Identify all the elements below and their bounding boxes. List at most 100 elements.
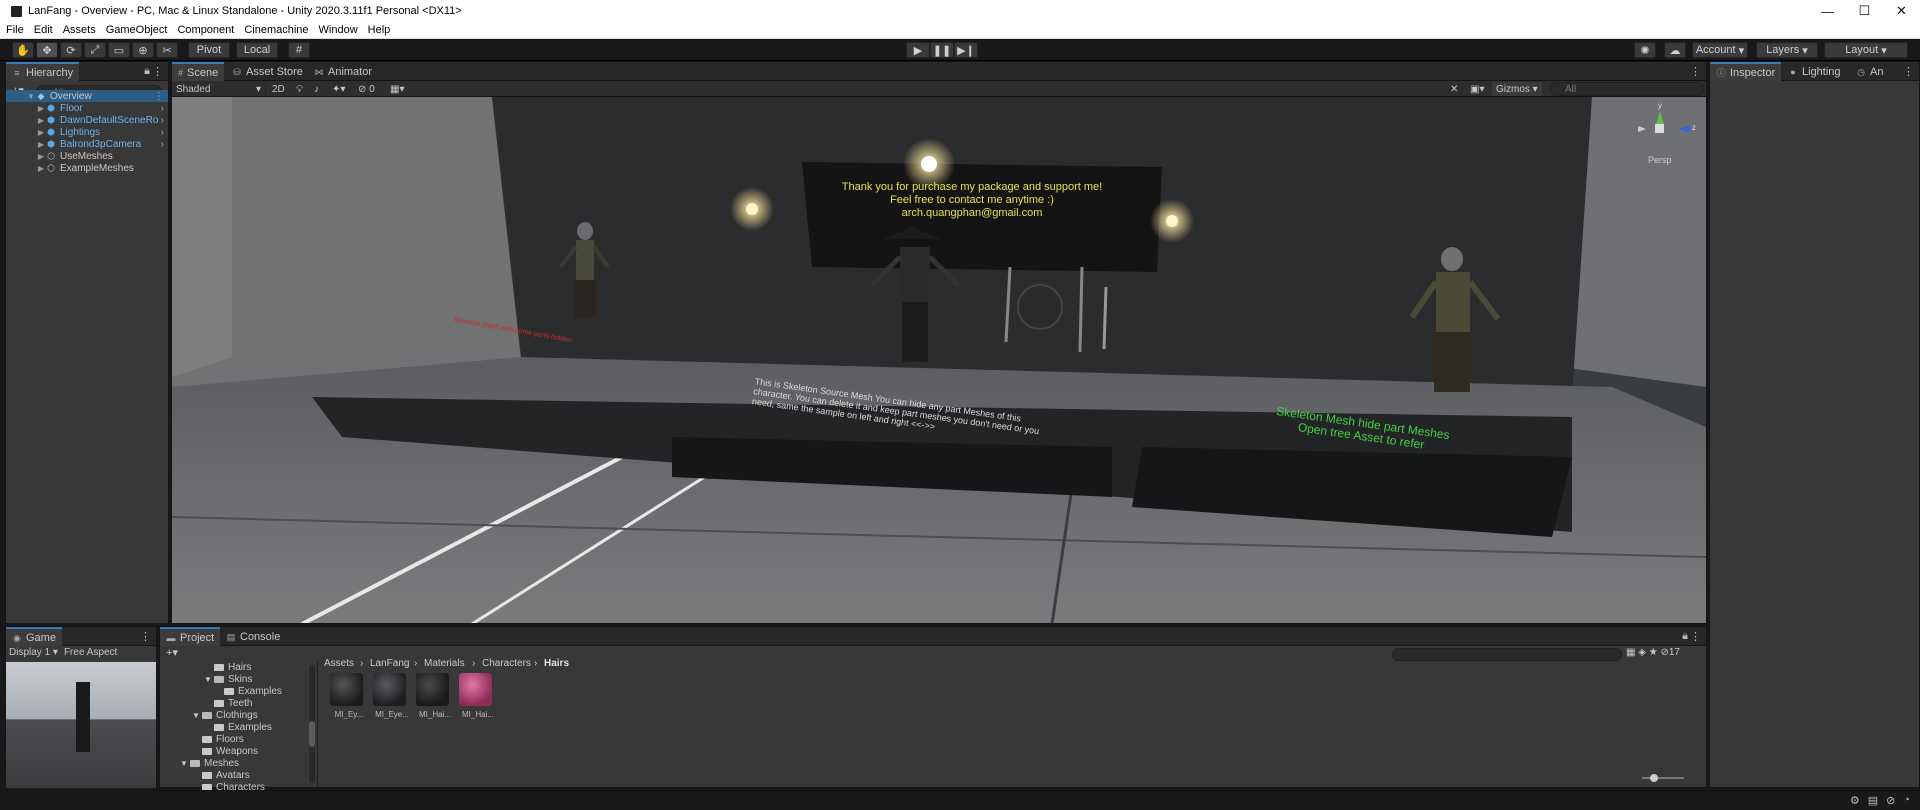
maximize-button[interactable]: ☐ — [1846, 0, 1883, 22]
rect-tool-icon[interactable]: ▭ — [108, 42, 130, 58]
asset-item[interactable]: MI_Eye... — [373, 673, 411, 719]
debug-icon[interactable]: ⊘ — [1886, 794, 1895, 807]
expand-arrow-icon[interactable]: ▶ — [36, 116, 46, 125]
hierarchy-item-dawn[interactable]: ▶ ⬢ DawnDefaultSceneRo › — [6, 114, 168, 126]
tab-scene[interactable]: # Scene — [172, 62, 224, 81]
tab-inspector[interactable]: ⓘ Inspector — [1710, 62, 1782, 81]
chevron-right-icon[interactable]: › — [161, 127, 164, 138]
folder-floors[interactable]: Floors — [202, 733, 244, 745]
close-button[interactable]: ✕ — [1883, 0, 1920, 22]
tab-animator[interactable]: ⋈ Animator — [308, 62, 378, 81]
project-lock-icon[interactable]: 🔒︎ — [1682, 630, 1688, 643]
gizmos-dropdown[interactable]: Gizmos ▾ — [1492, 82, 1542, 96]
cache-icon[interactable]: ▤ — [1868, 794, 1878, 807]
hierarchy-item-menu-icon[interactable]: ⋮ — [154, 91, 164, 102]
asset-item[interactable]: MI_Ey... — [330, 673, 368, 719]
tab-animation[interactable]: ◷ An — [1850, 62, 1889, 81]
breadcrumb-assets[interactable]: Assets — [324, 658, 354, 669]
expand-arrow-icon[interactable]: ▼ — [192, 711, 202, 720]
expand-arrow-icon[interactable]: ▼ — [26, 92, 36, 101]
icon-size-slider[interactable] — [1642, 774, 1684, 782]
rotate-tool-icon[interactable]: ⟳ — [60, 42, 82, 58]
perspective-label[interactable]: Persp — [1648, 155, 1672, 165]
folder-teeth[interactable]: Teeth — [214, 697, 252, 709]
tab-asset-store[interactable]: ⛁ Asset Store — [226, 62, 309, 81]
pause-button[interactable]: ❚❚ — [930, 42, 954, 58]
tab-project[interactable]: ▬ Project — [160, 627, 221, 646]
filter-label-icon[interactable]: ◈ — [1638, 647, 1646, 658]
orientation-gizmo[interactable]: y z Persp — [1634, 101, 1696, 165]
scene-search-input[interactable]: All — [1550, 82, 1704, 96]
folder-avatars[interactable]: Avatars — [202, 769, 250, 781]
scale-tool-icon[interactable]: ⤢ — [84, 42, 106, 58]
progress-icon[interactable]: ◔ — [1903, 794, 1910, 807]
grid-snap-icon[interactable]: # — [288, 42, 310, 58]
camera-settings-icon[interactable]: ▣▾ — [1470, 82, 1484, 96]
menu-gameobject[interactable]: GameObject — [106, 24, 168, 36]
favorite-icon[interactable]: ★ — [1649, 647, 1658, 658]
layout-dropdown[interactable]: Layout ▾ — [1824, 42, 1908, 58]
chevron-right-icon[interactable]: › — [161, 115, 164, 126]
hierarchy-item-camera[interactable]: ▶ ⬢ Balrond3pCamera › — [6, 138, 168, 150]
expand-arrow-icon[interactable]: ▶ — [36, 128, 46, 137]
hidden-packages-icon[interactable]: ⊘17 — [1660, 647, 1680, 658]
tab-game[interactable]: ◉ Game — [6, 627, 62, 646]
project-folder-tree[interactable]: Hairs ▼ Skins Examples Teeth ▼ Clothings E… — [160, 661, 318, 793]
profiler-icon[interactable]: ⚙ — [1850, 794, 1860, 807]
expand-arrow-icon[interactable]: ▶ — [36, 104, 46, 113]
hierarchy-menu-icon[interactable]: ⋮ — [152, 65, 163, 78]
asset-item[interactable]: MI_Hai... — [416, 673, 454, 719]
expand-arrow-icon[interactable]: ▶ — [36, 140, 46, 149]
expand-arrow-icon[interactable]: ▼ — [204, 675, 214, 684]
filter-type-icon[interactable]: ▦ — [1626, 647, 1635, 658]
folder-skins[interactable]: ▼ Skins — [204, 673, 252, 685]
tree-scrollbar-thumb[interactable] — [309, 721, 315, 747]
game-menu-icon[interactable]: ⋮ — [140, 630, 151, 643]
hierarchy-item-overview[interactable]: ▼ ◆ Overview ⋮ — [6, 90, 168, 102]
aspect-dropdown[interactable]: Free Aspect — [64, 647, 117, 658]
chevron-right-icon[interactable]: › — [161, 139, 164, 150]
scene-viewport[interactable]: Thank you for purchase my package and su… — [172, 97, 1706, 623]
audio-toggle-icon[interactable]: ♪ — [314, 82, 319, 96]
hidden-objects-icon[interactable]: ⊘ 0 — [358, 82, 375, 96]
display-dropdown[interactable]: Display 1 ▾ — [9, 647, 58, 658]
move-tool-icon[interactable]: ✥ — [36, 42, 58, 58]
pivot-toggle[interactable]: Pivot — [188, 42, 230, 58]
tree-scrollbar[interactable] — [309, 665, 315, 783]
asset-item[interactable]: MI_Hai... — [459, 673, 497, 719]
menu-help[interactable]: Help — [368, 24, 391, 36]
folder-hairs[interactable]: Hairs — [214, 661, 251, 673]
menu-assets[interactable]: Assets — [63, 24, 96, 36]
local-toggle[interactable]: Local — [236, 42, 278, 58]
menu-component[interactable]: Component — [177, 24, 234, 36]
effects-dropdown-icon[interactable]: ✦▾ — [332, 82, 345, 96]
transform-tool-icon[interactable]: ⊕ — [132, 42, 154, 58]
mode-2d-toggle[interactable]: 2D — [272, 82, 285, 96]
play-button[interactable]: ▶ — [906, 42, 930, 58]
menu-edit[interactable]: Edit — [34, 24, 53, 36]
custom-tool-icon[interactable]: ✂ — [156, 42, 178, 58]
hierarchy-item-examplemeshes[interactable]: ▶ ⬡ ExampleMeshes — [6, 162, 168, 174]
inspector-menu-icon[interactable]: ⋮ — [1903, 65, 1914, 78]
folder-skins-examples[interactable]: Examples — [224, 685, 282, 697]
expand-arrow-icon[interactable]: ▶ — [36, 152, 46, 161]
menu-file[interactable]: File — [6, 24, 24, 36]
chevron-right-icon[interactable]: › — [161, 103, 164, 114]
project-menu-icon[interactable]: ⋮ — [1690, 630, 1701, 643]
lighting-toggle-icon[interactable]: 💡︎ — [296, 82, 303, 96]
grid-settings-icon[interactable]: ▦▾ — [390, 82, 404, 96]
tab-lighting[interactable]: ● Lighting — [1782, 62, 1847, 81]
expand-arrow-icon[interactable]: ▶ — [36, 164, 46, 173]
shading-mode-dropdown[interactable]: Shaded ▾ — [176, 82, 266, 96]
expand-arrow-icon[interactable]: ▼ — [180, 759, 190, 768]
folder-clothings-examples[interactable]: Examples — [214, 721, 272, 733]
scene-menu-icon[interactable]: ⋮ — [1690, 65, 1701, 78]
breadcrumb-lanfang[interactable]: LanFang — [370, 658, 409, 669]
tab-console[interactable]: ▤ Console — [220, 627, 286, 646]
hierarchy-item-usemeshes[interactable]: ▶ ⬡ UseMeshes — [6, 150, 168, 162]
scene-render[interactable] — [172, 97, 1706, 623]
tab-hierarchy[interactable]: ≡ Hierarchy — [6, 62, 80, 81]
cloud-icon[interactable]: ☁ — [1664, 42, 1686, 58]
tools-icon[interactable]: ✕ — [1450, 82, 1458, 96]
hierarchy-item-floor[interactable]: ▶ ⬢ Floor › — [6, 102, 168, 114]
